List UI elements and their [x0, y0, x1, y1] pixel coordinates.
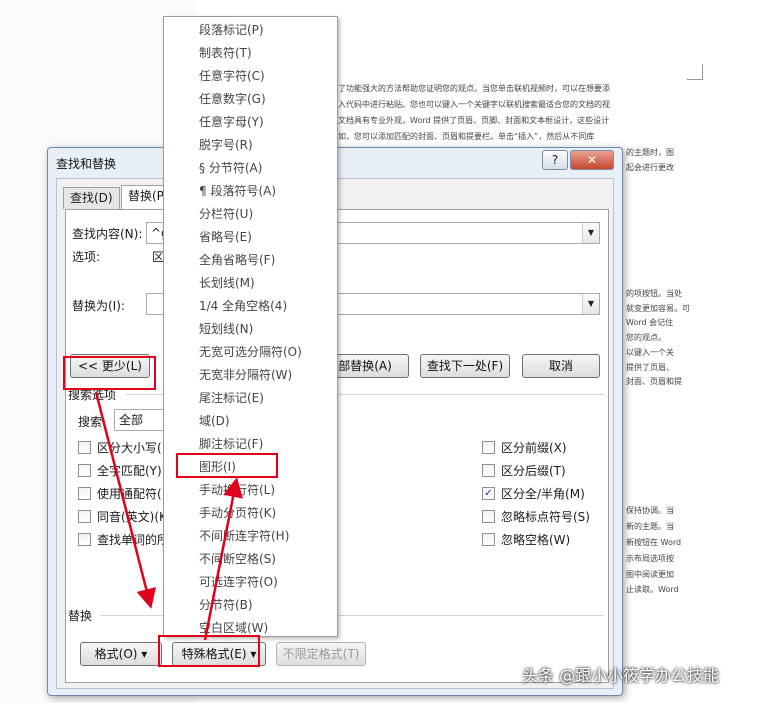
annotation-arrows — [94, 391, 243, 641]
arrow-down-icon — [94, 391, 156, 609]
arrow-up-icon — [203, 477, 243, 641]
watermark: 头条 @跟小小筱学办公技能 — [522, 666, 720, 685]
